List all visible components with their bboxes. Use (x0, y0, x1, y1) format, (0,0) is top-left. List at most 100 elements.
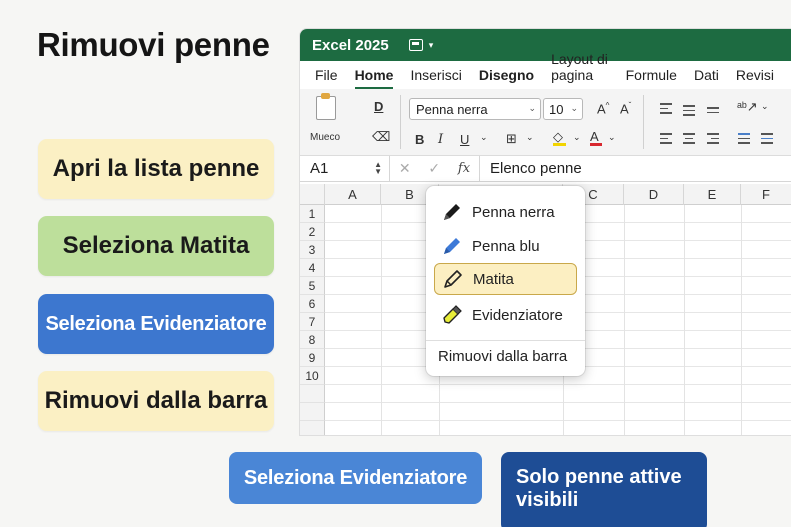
pen-label: Penna nerra (472, 203, 555, 221)
chevron-down-icon[interactable]: ⌄ (573, 132, 581, 143)
row-header[interactable]: 8 (300, 331, 325, 349)
align-right-icon[interactable] (707, 133, 719, 144)
pen-item-pencil[interactable]: Matita (434, 263, 577, 295)
tab-draw[interactable]: Disegno (479, 67, 534, 89)
stepper-icon[interactable]: ▲ ▼ (374, 160, 382, 175)
ribbon-divider (643, 95, 644, 149)
row-header[interactable]: 6 (300, 295, 325, 313)
align-left-icon[interactable] (660, 133, 672, 144)
chevron-down-icon[interactable]: ▾ (429, 40, 434, 51)
text-orientation-icon[interactable]: ᵃᵇ↗ (737, 99, 758, 115)
row-header[interactable]: 5 (300, 277, 325, 295)
app-name: Excel 2025 (312, 36, 389, 54)
tab-review[interactable]: Revisi (736, 67, 774, 89)
chevron-down-icon[interactable]: ⌄ (526, 132, 534, 143)
font-color-icon[interactable]: A (590, 129, 602, 146)
highlighter-icon (437, 303, 467, 327)
column-header[interactable]: E (684, 184, 741, 205)
row-header[interactable] (300, 385, 325, 403)
clipboard-icon[interactable] (316, 93, 336, 120)
grid-line (325, 402, 791, 403)
formula-bar: A1 ▲ ▼ ✕ ✓ fx Elenco penne (300, 155, 791, 182)
tab-formulas[interactable]: Formule (626, 67, 677, 89)
chevron-down-icon: ⌄ (528, 103, 536, 113)
tab-insert[interactable]: Inserisci (410, 67, 461, 89)
grid-line (325, 384, 791, 385)
black-pen-icon (437, 200, 467, 224)
align-center-icon[interactable] (683, 133, 695, 144)
formula-controls: ✕ ✓ fx (390, 155, 480, 182)
step-select-highlighter[interactable]: Seleziona Evidenziatore (38, 294, 274, 354)
pen-item-highlighter[interactable]: Evidenziatore (434, 299, 577, 331)
insert-function-icon[interactable]: fx (458, 161, 470, 176)
confirm-icon[interactable]: ✓ (428, 160, 440, 177)
decrease-indent-icon[interactable] (738, 133, 750, 144)
align-middle-icon[interactable] (683, 105, 695, 116)
name-box-value: A1 (310, 159, 329, 177)
fill-color-icon[interactable]: ◇ (553, 129, 566, 146)
excel-titlebar: Excel 2025 ▾ (300, 29, 791, 61)
align-top-icon[interactable] (660, 103, 672, 114)
formula-input[interactable]: Elenco penne (480, 160, 582, 177)
row-header[interactable]: 1 (300, 205, 325, 223)
popup-divider (426, 340, 585, 341)
font-name-value: Penna nerra (416, 102, 488, 117)
remove-from-bar-item[interactable]: Rimuovi dalla barra (438, 348, 567, 365)
column-header[interactable]: A (325, 184, 381, 205)
eraser-icon[interactable]: ⌫ (372, 129, 390, 145)
save-icon[interactable] (408, 39, 423, 51)
format-painter-icon[interactable]: D (374, 99, 383, 114)
tab-page-layout[interactable]: Layout di pagina (551, 51, 609, 89)
row-header[interactable]: 7 (300, 313, 325, 331)
italic-icon[interactable]: I (438, 132, 443, 147)
step-remove-from-bar[interactable]: Rimuovi dalla barra (38, 371, 274, 431)
clipboard-label: Mueco (310, 132, 341, 143)
grow-font-icon[interactable]: A^ (597, 101, 609, 116)
name-box[interactable]: A1 ▲ ▼ (300, 155, 390, 182)
row-header[interactable]: 4 (300, 259, 325, 277)
chevron-down-icon: ⌄ (570, 103, 578, 113)
tab-data[interactable]: Dati (694, 67, 719, 89)
column-header[interactable]: F (741, 184, 791, 205)
row-header[interactable] (300, 403, 325, 421)
ribbon: Mueco D ⌫ Penna nerra ⌄ 10 ⌄ A^ Aˇ B I U… (300, 89, 791, 156)
column-header[interactable]: D (624, 184, 684, 205)
row-header[interactable]: 9 (300, 349, 325, 367)
bold-icon[interactable]: B (415, 132, 424, 147)
grid-line (325, 420, 791, 421)
only-active-pens-button[interactable]: Solo penne attive visibili (501, 452, 707, 527)
shrink-font-icon[interactable]: Aˇ (620, 101, 631, 116)
tab-home[interactable]: Home (354, 67, 394, 89)
grid-line (684, 205, 685, 435)
step-select-pencil[interactable]: Seleziona Matita (38, 216, 274, 276)
tab-file[interactable]: File (315, 67, 338, 89)
pen-label: Penna blu (472, 237, 540, 255)
row-header[interactable] (300, 421, 325, 435)
row-header[interactable]: 3 (300, 241, 325, 259)
increase-indent-icon[interactable] (761, 133, 773, 144)
row-header[interactable]: 2 (300, 223, 325, 241)
chevron-down-icon[interactable]: ⌄ (608, 132, 616, 143)
font-size-value: 10 (549, 102, 564, 117)
font-name-select[interactable]: Penna nerra ⌄ (409, 98, 541, 120)
pencil-icon (438, 267, 468, 291)
step-open-pen-list[interactable]: Apri la lista penne (38, 139, 274, 199)
cancel-icon[interactable]: ✕ (399, 160, 411, 177)
chevron-down-icon[interactable]: ⌄ (480, 132, 488, 143)
grid-line (381, 205, 382, 435)
select-all-corner[interactable] (300, 184, 325, 205)
font-size-select[interactable]: 10 ⌄ (543, 98, 583, 120)
pen-list-popup: Penna nerra Penna blu Matita Evidenziato… (426, 186, 585, 376)
pen-label: Matita (473, 270, 514, 288)
pen-item-black[interactable]: Penna nerra (434, 196, 577, 228)
underline-icon[interactable]: U (460, 132, 469, 147)
select-highlighter-button[interactable]: Seleziona Evidenziatore (229, 452, 482, 504)
align-bottom-icon[interactable] (707, 107, 719, 118)
chevron-down-icon[interactable]: ⌄ (761, 101, 769, 112)
page-title: Rimuovi penne (37, 26, 270, 63)
borders-icon[interactable]: ⊞ (506, 131, 517, 147)
ribbon-tabs: File Home Inserisci Disegno Layout di pa… (300, 51, 791, 89)
row-header[interactable]: 10 (300, 367, 325, 385)
blue-pen-icon (437, 234, 467, 258)
pen-item-blue[interactable]: Penna blu (434, 230, 577, 262)
